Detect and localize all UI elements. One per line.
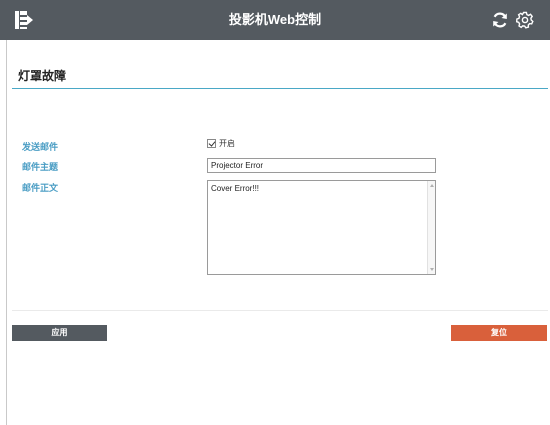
footer-divider (12, 310, 548, 311)
page-header-title: 投影机Web控制 (228, 12, 322, 27)
enable-checkbox[interactable] (207, 139, 216, 148)
subject-label: 邮件主题 (22, 162, 59, 172)
menu-icon[interactable] (14, 9, 34, 31)
gear-icon[interactable] (515, 10, 535, 30)
top-bar: 投影机Web控制 (0, 0, 550, 40)
scroll-down-arrow-icon[interactable] (430, 268, 434, 271)
refresh-icon[interactable] (490, 10, 510, 30)
page: 投影机Web控制 灯罩故障 发送邮件 开启 邮件主题 Projector Err… (0, 0, 550, 425)
scroll-up-arrow-icon[interactable] (430, 184, 434, 187)
enable-checkbox-label[interactable]: 开启 (219, 138, 235, 149)
subject-input[interactable]: Projector Error (207, 158, 436, 173)
body-label: 邮件正文 (22, 183, 59, 193)
body-text: Cover Error!!! (211, 184, 260, 193)
send-mail-label: 发送邮件 (22, 142, 59, 152)
section-divider (12, 88, 548, 89)
section-title: 灯罩故障 (18, 69, 67, 83)
enable-checkbox-group[interactable]: 开启 (207, 138, 235, 149)
left-border (6, 40, 7, 425)
reset-button[interactable]: 复位 (451, 325, 547, 341)
textarea-scrollbar[interactable] (427, 181, 435, 274)
body-textarea[interactable]: Cover Error!!! (207, 180, 436, 275)
apply-button[interactable]: 应用 (12, 325, 107, 341)
